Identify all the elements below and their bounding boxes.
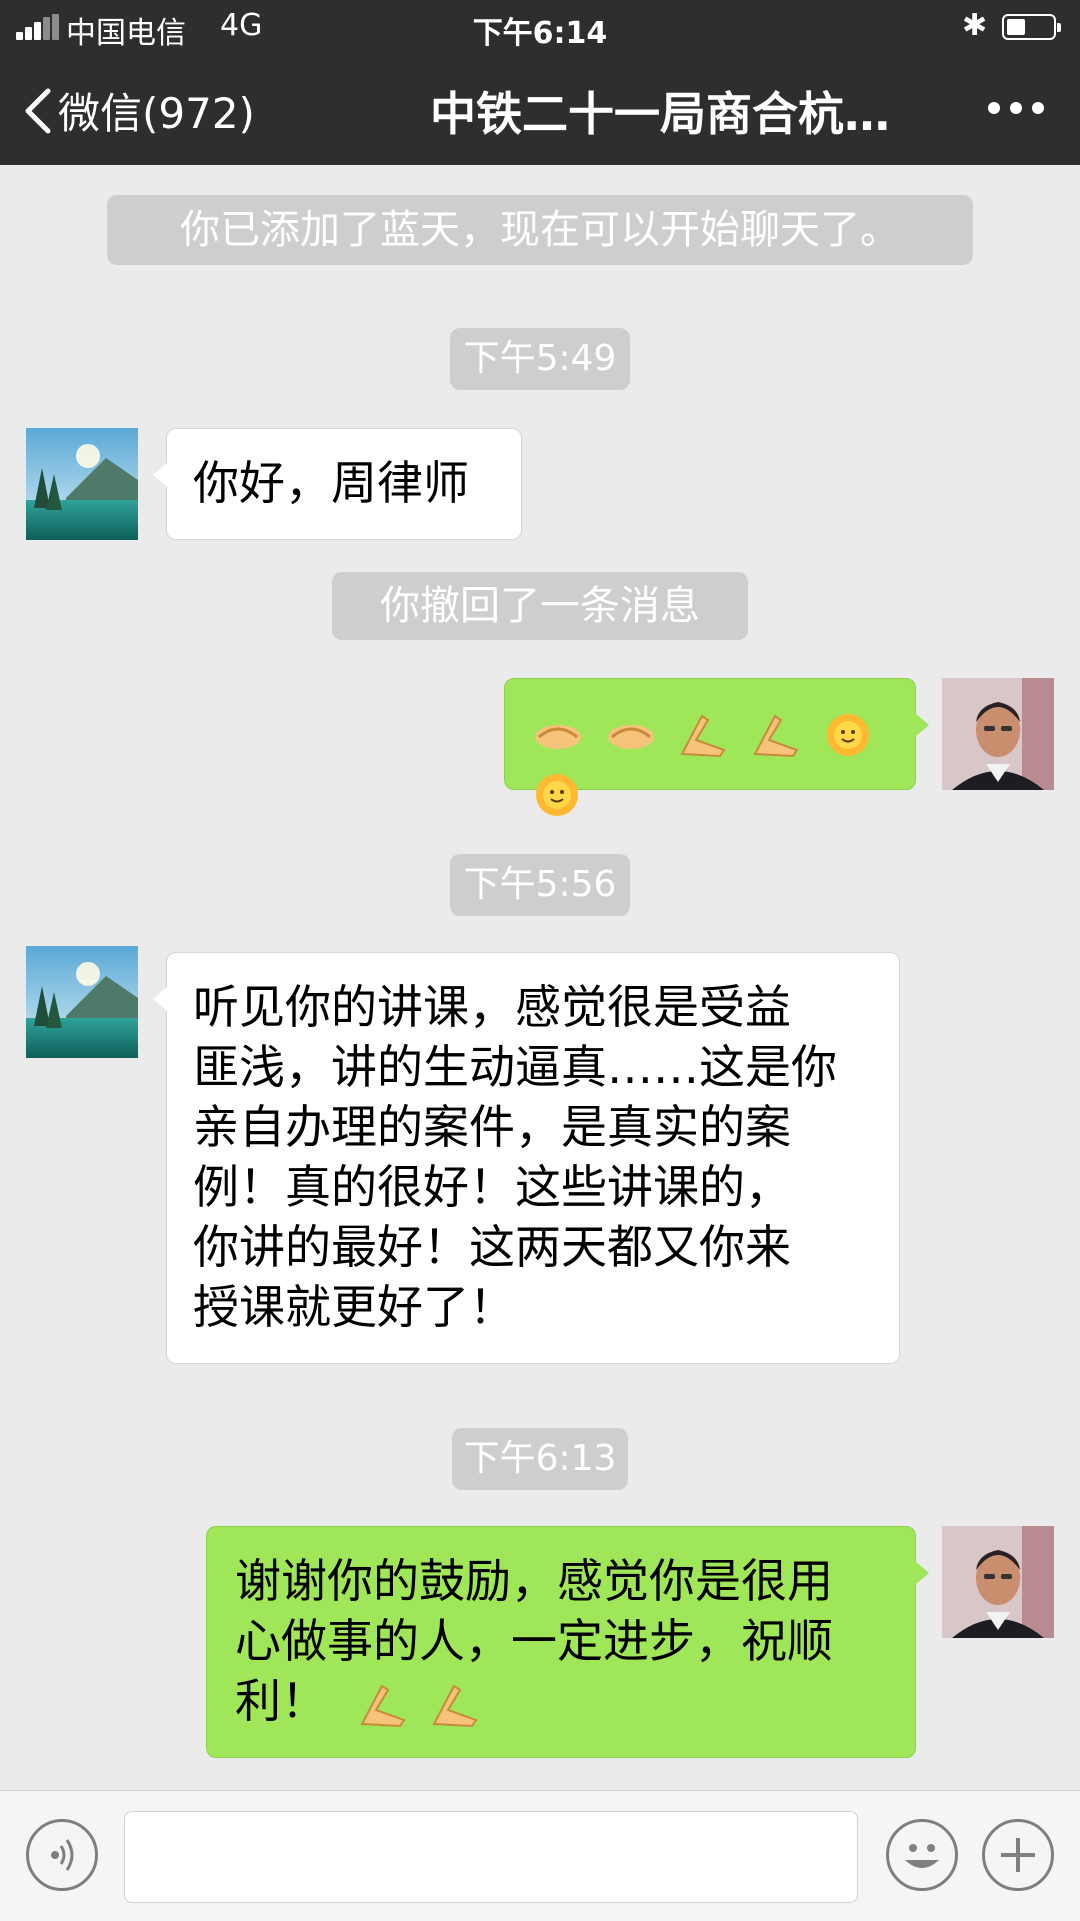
chevron-left-icon [25, 88, 51, 133]
input-bar [0, 1790, 1080, 1921]
ok-hand-emoji [432, 1684, 478, 1727]
emoji-face-icon [905, 1844, 939, 1868]
timestamp-2: 下午5:56 [450, 854, 630, 916]
message-line: 亲自办理的案件，是真实的案 [193, 1100, 791, 1154]
timestamp-1: 下午5:49 [450, 328, 630, 390]
ok-hand-emoji [753, 714, 799, 757]
message-line: 听见你的讲课，感觉很是受益 [193, 980, 791, 1034]
back-label: 微信(972) [58, 89, 255, 138]
more-button[interactable] [986, 82, 1046, 132]
my-avatar[interactable] [942, 1526, 1054, 1638]
back-button[interactable]: 微信(972) [22, 80, 255, 141]
contact-avatar[interactable] [26, 428, 138, 540]
message-line: 授课就更好了！ [193, 1280, 515, 1334]
voice-icon [51, 1839, 74, 1871]
ok-hand-emoji [680, 714, 726, 757]
emoji-button[interactable] [886, 1819, 958, 1891]
handshake-emoji [535, 724, 581, 749]
bluetooth-icon: ✱ [962, 8, 988, 43]
status-time: 下午6:14 [472, 16, 608, 51]
battery-icon [1002, 14, 1061, 40]
message-bubble-received[interactable]: 听见你的讲课，感觉很是受益 匪浅，讲的生动逼真……这是你 亲自办理的案件，是真实… [153, 952, 900, 1364]
message-line: 例！真的很好！这些讲课的， [193, 1160, 791, 1214]
message-line: 心做事的人，一定进步，祝顺 [235, 1614, 833, 1668]
message-bubble-sent[interactable] [504, 678, 929, 816]
status-bar: 中国电信 4G 下午6:14 ✱ [0, 0, 1080, 54]
message-bubble-received[interactable]: 你好，周律师 [153, 428, 522, 540]
timestamp-3: 下午6:13 [452, 1428, 628, 1490]
message-input[interactable] [124, 1811, 858, 1903]
message-text: 你好，周律师 [193, 456, 469, 510]
plus-icon [1001, 1838, 1035, 1872]
message-line-with-emoji: 利！ [235, 1671, 887, 1731]
message-line: 你讲的最好！这两天都又你来 [193, 1220, 791, 1274]
system-notice-added: 你已添加了蓝天，现在可以开始聊天了。 [107, 195, 973, 265]
sun-emoji [536, 773, 578, 816]
header: 中国电信 4G 下午6:14 ✱ 微信(972) 中铁二十一局商合杭… [0, 0, 1080, 165]
contact-avatar[interactable] [26, 946, 138, 1058]
nav-bar: 微信(972) 中铁二十一局商合杭… [0, 54, 1080, 165]
sun-emoji [826, 713, 869, 756]
handshake-emoji [607, 724, 654, 749]
voice-button[interactable] [26, 1819, 98, 1891]
message-bubble-sent[interactable]: 谢谢你的鼓励，感觉你是很用 心做事的人，一定进步，祝顺 利！ [206, 1526, 929, 1758]
system-notice-recalled: 你撤回了一条消息 [332, 572, 748, 640]
my-avatar[interactable] [942, 678, 1054, 790]
message-text: 利！ [235, 1674, 327, 1728]
add-button[interactable] [982, 1819, 1054, 1891]
ok-hand-emoji [360, 1684, 406, 1727]
message-line: 匪浅，讲的生动逼真……这是你 [193, 1040, 837, 1094]
message-line: 谢谢你的鼓励，感觉你是很用 [235, 1554, 833, 1608]
chat-title: 中铁二十一局商合杭… [430, 87, 890, 141]
